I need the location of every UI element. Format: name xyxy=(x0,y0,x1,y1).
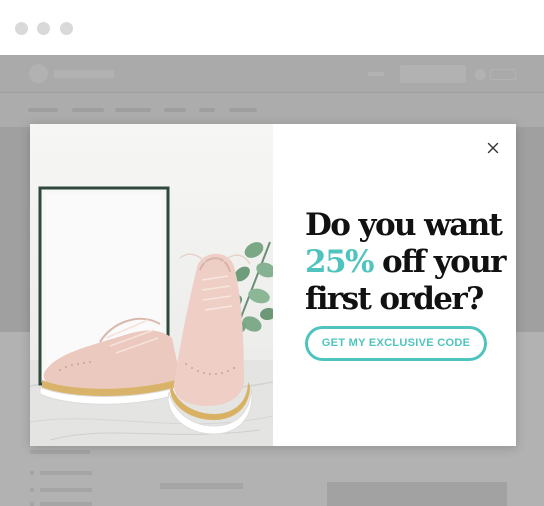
popup-headline: Do you want 25% off your first order? xyxy=(305,207,507,318)
window-maximize-dot[interactable] xyxy=(60,22,73,35)
browser-chrome xyxy=(0,0,544,55)
window-close-dot[interactable] xyxy=(15,22,28,35)
headline-line-1: Do you want xyxy=(305,207,503,243)
close-button[interactable] xyxy=(485,140,501,156)
headline-line-3: first order? xyxy=(305,281,484,317)
discount-popup: Do you want 25% off your first order? GE… xyxy=(30,124,516,446)
close-icon[interactable] xyxy=(485,140,501,156)
shoes-photo xyxy=(30,124,273,446)
headline-line-2-rest: off your xyxy=(372,244,507,280)
get-code-button[interactable]: GET MY EXCLUSIVE CODE xyxy=(305,326,487,361)
discount-percent: 25% xyxy=(305,244,374,280)
shoes-illustration xyxy=(30,186,273,446)
headline-line-2: 25% off your xyxy=(305,244,507,281)
window-minimize-dot[interactable] xyxy=(37,22,50,35)
